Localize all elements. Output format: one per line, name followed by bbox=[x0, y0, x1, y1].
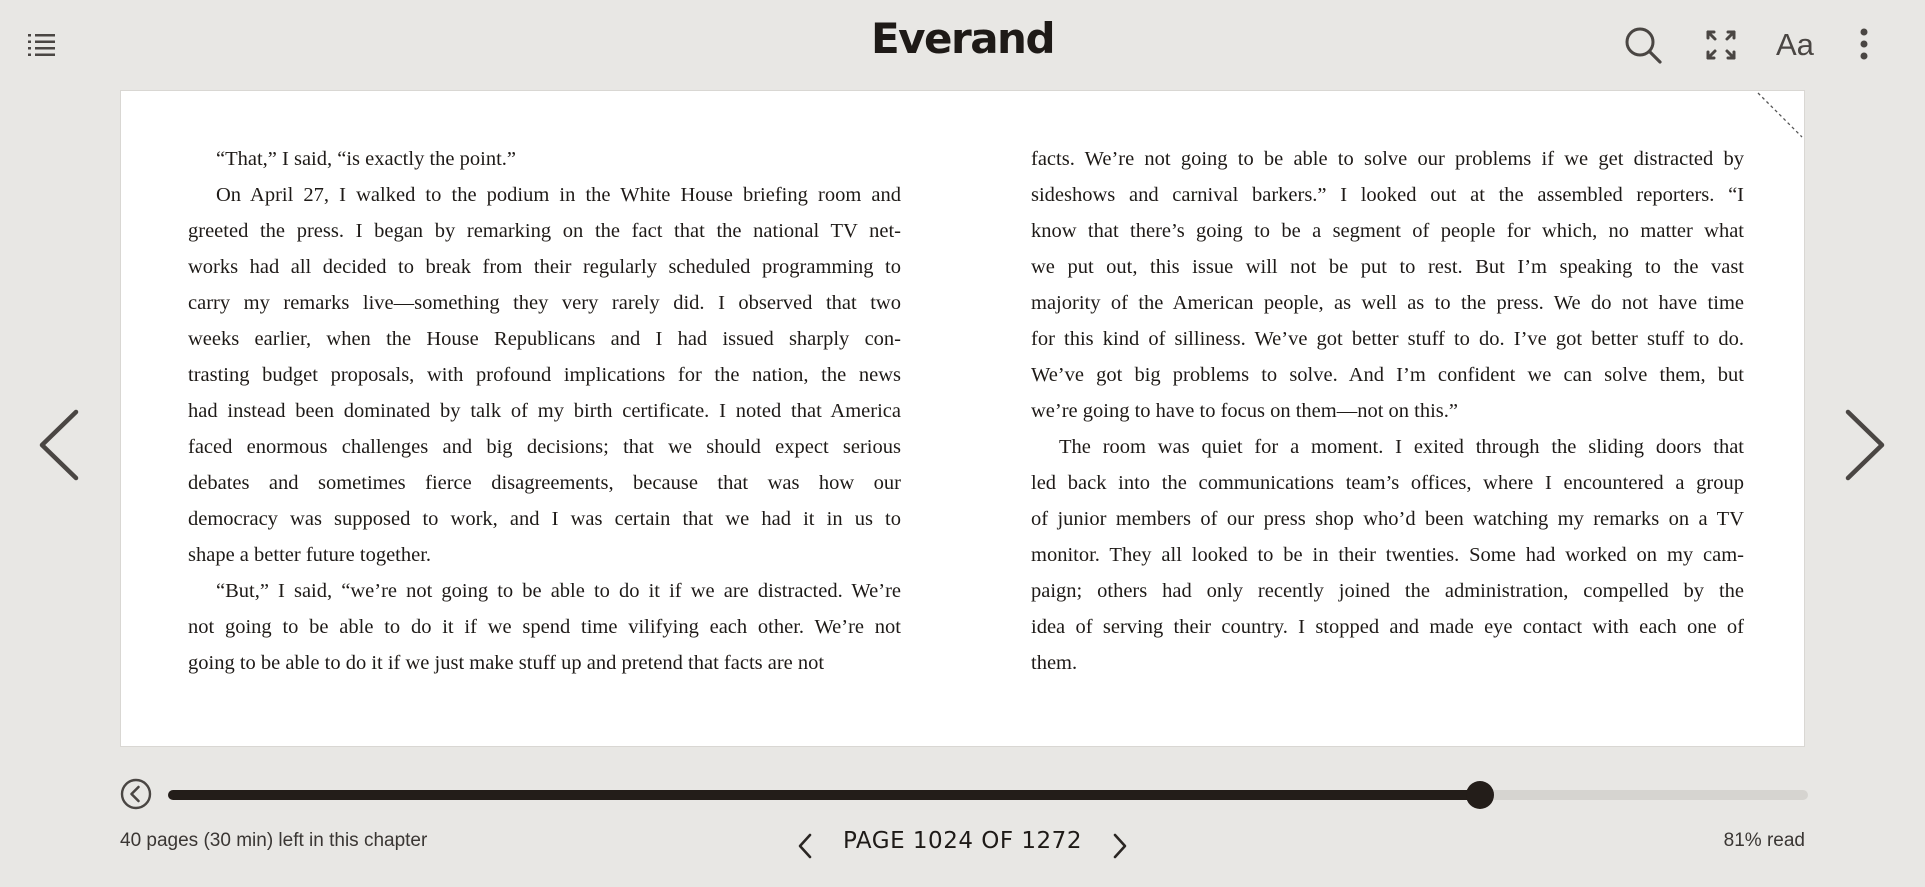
page-back-button[interactable] bbox=[795, 832, 815, 860]
left-text-column: “That,” I said, “is exactly the point.” O… bbox=[188, 141, 901, 681]
text-line: majority of the American people, as well… bbox=[1031, 292, 1744, 314]
text-line: paign; others had only recently joined t… bbox=[1031, 580, 1744, 602]
text-line: not going to be able to do it if we spen… bbox=[188, 616, 901, 638]
text-line: of junior members of our press shop who’… bbox=[1031, 508, 1744, 530]
brand-logo[interactable]: Everand bbox=[871, 14, 1056, 63]
text-line: The room was quiet for a moment. I exite… bbox=[1059, 436, 1744, 458]
text-line: “But,” I said, “we’re not going to be ab… bbox=[216, 580, 901, 602]
table-of-contents-button[interactable] bbox=[26, 30, 58, 58]
text-line: facts. We’re not going to be able to sol… bbox=[1031, 148, 1744, 170]
text-line: going to be able to do it if we just mak… bbox=[188, 652, 825, 674]
top-bar: Everand Aa bbox=[0, 0, 1925, 88]
fullscreen-button[interactable] bbox=[1702, 24, 1740, 66]
progress-fill bbox=[168, 790, 1480, 800]
text-line: led back into the communications team’s … bbox=[1031, 472, 1744, 494]
reading-progress-slider[interactable] bbox=[168, 781, 1808, 809]
text-line: we’re going to have to focus on them—not… bbox=[1031, 400, 1458, 422]
page-forward-button[interactable] bbox=[1110, 832, 1130, 860]
back-circle-icon bbox=[120, 778, 152, 810]
text-line: shape a better future together. bbox=[188, 544, 432, 566]
text-line: we put out, this issue will not be put t… bbox=[1031, 256, 1744, 278]
text-line: On April 27, I walked to the podium in t… bbox=[216, 184, 901, 206]
text-line: weeks earlier, when the House Republican… bbox=[188, 328, 901, 350]
back-to-position-button[interactable] bbox=[120, 778, 152, 810]
book-page: “That,” I said, “is exactly the point.” O… bbox=[120, 90, 1805, 747]
progress-handle[interactable] bbox=[1466, 781, 1494, 809]
list-icon bbox=[28, 34, 55, 56]
chapter-remaining-text: 40 pages (30 min) left in this chapter bbox=[120, 830, 428, 851]
text-line: trasting budget proposals, with profound… bbox=[188, 364, 901, 386]
more-vertical-icon bbox=[1860, 28, 1868, 60]
text-line: “That,” I said, “is exactly the point.” bbox=[216, 148, 516, 170]
text-line: know that there’s going to be a segment … bbox=[1031, 220, 1744, 242]
chevron-right-icon bbox=[1113, 833, 1127, 859]
text-line: faced enormous challenges and big decisi… bbox=[188, 436, 901, 458]
page-indicator: PAGE 1024 OF 1272 bbox=[843, 828, 1082, 854]
text-line: greeted the press. I began by remarking … bbox=[188, 220, 901, 242]
text-line: works had all decided to break from thei… bbox=[188, 256, 901, 278]
search-button[interactable] bbox=[1622, 24, 1664, 66]
text-line: carry my remarks live—something they ver… bbox=[188, 292, 901, 314]
text-line: democracy was supposed to work, and I wa… bbox=[188, 508, 901, 530]
text-line: debates and sometimes fierce disagreemen… bbox=[188, 472, 901, 494]
chevron-right-icon bbox=[1845, 409, 1885, 481]
more-options-button[interactable] bbox=[1850, 24, 1878, 66]
text-line: sideshows and carnival barkers.” I looke… bbox=[1031, 184, 1744, 206]
text-line: monitor. They all looked to be in their … bbox=[1031, 544, 1744, 566]
font-settings-button[interactable]: Aa bbox=[1776, 24, 1824, 66]
text-line: had instead been dominated by talk of my… bbox=[188, 400, 901, 422]
search-icon bbox=[1625, 27, 1662, 64]
chevron-left-icon bbox=[798, 833, 812, 859]
right-text-column: facts. We’re not going to be able to sol… bbox=[1031, 141, 1744, 681]
chevron-left-icon bbox=[39, 409, 79, 481]
text-line: We’ve got big problems to solve. And I’m… bbox=[1031, 364, 1744, 386]
previous-page-button[interactable] bbox=[28, 400, 88, 490]
text-line: idea of serving their country. I stopped… bbox=[1031, 616, 1744, 638]
bookmark-corner[interactable] bbox=[1756, 91, 1804, 139]
bookmark-fold-icon bbox=[1757, 92, 1803, 138]
expand-icon bbox=[1706, 30, 1736, 60]
read-percentage: 81% read bbox=[1723, 830, 1805, 851]
text-line: for this kind of silliness. We’ve got be… bbox=[1031, 328, 1744, 350]
text-line: them. bbox=[1031, 652, 1078, 674]
next-page-button[interactable] bbox=[1836, 400, 1896, 490]
